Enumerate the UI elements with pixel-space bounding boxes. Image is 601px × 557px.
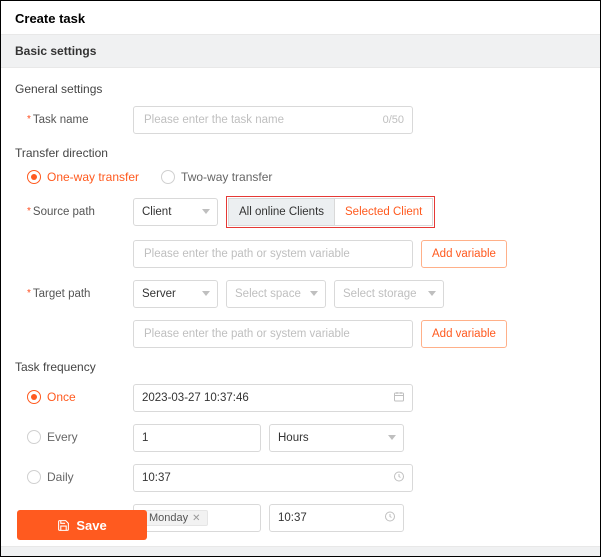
client-scope-toggle: All online Clients Selected Client bbox=[228, 198, 433, 226]
task-name-field[interactable] bbox=[142, 113, 377, 127]
select-space-placeholder: Select space bbox=[235, 288, 301, 300]
target-path-label: Target path bbox=[15, 288, 133, 300]
every-value: 1 bbox=[142, 432, 148, 444]
daily-label: Daily bbox=[47, 470, 74, 484]
one-way-transfer-radio[interactable]: One-way transfer bbox=[27, 170, 139, 184]
selected-client-btn[interactable]: Selected Client bbox=[334, 199, 432, 225]
daily-radio[interactable]: Daily bbox=[27, 470, 74, 484]
calendar-icon bbox=[393, 391, 405, 406]
once-datetime-value: 2023-03-27 10:37:46 bbox=[142, 392, 249, 404]
select-storage[interactable]: Select storage bbox=[334, 280, 444, 308]
source-path-input[interactable] bbox=[133, 240, 413, 268]
two-way-transfer-radio[interactable]: Two-way transfer bbox=[161, 170, 272, 184]
select-storage-placeholder: Select storage bbox=[343, 288, 417, 300]
two-way-label: Two-way transfer bbox=[181, 170, 272, 184]
source-path-label: Source path bbox=[15, 206, 133, 218]
once-radio[interactable]: Once bbox=[27, 390, 76, 404]
target-path-input[interactable] bbox=[133, 320, 413, 348]
every-unit-value: Hours bbox=[278, 432, 309, 444]
task-name-label: Task name bbox=[15, 114, 133, 126]
task-name-counter: 0/50 bbox=[377, 114, 404, 126]
one-way-label: One-way transfer bbox=[47, 170, 139, 184]
daily-time-value: 10:37 bbox=[142, 472, 171, 484]
select-space[interactable]: Select space bbox=[226, 280, 326, 308]
basic-settings-body: General settings Task name 0/50 Transfer… bbox=[1, 68, 600, 546]
target-path-field[interactable] bbox=[142, 327, 404, 341]
radio-icon bbox=[27, 170, 41, 184]
chevron-down-icon bbox=[202, 290, 210, 298]
once-datetime-input[interactable]: 2023-03-27 10:37:46 bbox=[133, 384, 413, 412]
every-unit-select[interactable]: Hours bbox=[269, 424, 404, 452]
source-path-field[interactable] bbox=[142, 247, 404, 261]
general-settings-heading: General settings bbox=[15, 82, 586, 96]
create-task-window: Create task Basic settings General setti… bbox=[0, 0, 601, 557]
chevron-down-icon bbox=[428, 290, 436, 298]
once-label: Once bbox=[47, 390, 76, 404]
save-icon bbox=[57, 519, 70, 532]
chevron-down-icon bbox=[202, 208, 210, 216]
source-type-value: Client bbox=[142, 206, 171, 218]
source-add-variable-button[interactable]: Add variable bbox=[421, 240, 507, 268]
task-name-input[interactable]: 0/50 bbox=[133, 106, 413, 134]
target-add-variable-button[interactable]: Add variable bbox=[421, 320, 507, 348]
basic-settings-header[interactable]: Basic settings bbox=[1, 34, 600, 68]
save-button[interactable]: Save bbox=[17, 510, 147, 540]
task-frequency-heading: Task frequency bbox=[15, 360, 586, 374]
clock-icon bbox=[393, 471, 405, 486]
client-scope-highlight: All online Clients Selected Client bbox=[226, 196, 435, 228]
page-title: Create task bbox=[1, 1, 600, 34]
radio-icon bbox=[27, 470, 41, 484]
source-type-select[interactable]: Client bbox=[133, 198, 218, 226]
radio-icon bbox=[27, 430, 41, 444]
save-bar: Save bbox=[1, 498, 600, 556]
target-type-select[interactable]: Server bbox=[133, 280, 218, 308]
radio-icon bbox=[27, 390, 41, 404]
chevron-down-icon bbox=[388, 434, 396, 442]
target-type-value: Server bbox=[142, 288, 176, 300]
transfer-direction-heading: Transfer direction bbox=[15, 146, 586, 160]
all-online-clients-btn[interactable]: All online Clients bbox=[229, 199, 334, 225]
save-label: Save bbox=[76, 518, 106, 533]
radio-icon bbox=[161, 170, 175, 184]
every-value-input[interactable]: 1 bbox=[133, 424, 261, 452]
every-radio[interactable]: Every bbox=[27, 430, 78, 444]
every-label: Every bbox=[47, 430, 78, 444]
chevron-down-icon bbox=[310, 290, 318, 298]
daily-time-input[interactable]: 10:37 bbox=[133, 464, 413, 492]
